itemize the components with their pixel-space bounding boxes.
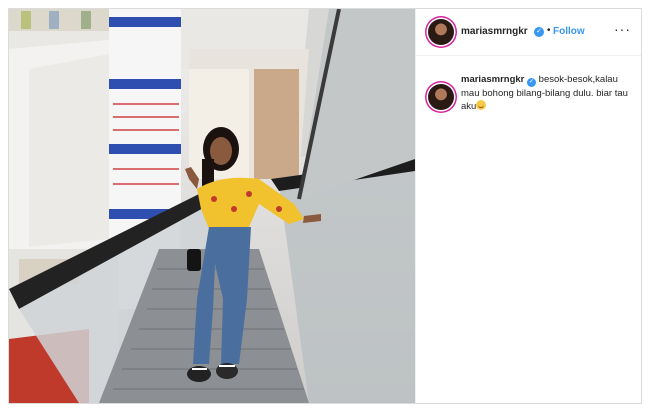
post-header: mariasmrngkr ✓ • Follow ··· bbox=[416, 9, 641, 56]
caption-author-avatar[interactable] bbox=[428, 84, 454, 110]
header-separator: • bbox=[547, 25, 551, 36]
author-avatar[interactable] bbox=[428, 19, 454, 45]
post-photo[interactable] bbox=[9, 9, 415, 403]
smiling-face-icon bbox=[476, 100, 487, 110]
follow-button[interactable]: Follow bbox=[553, 26, 585, 37]
escalator-photo-illustration bbox=[9, 9, 415, 403]
caption-username[interactable]: mariasmrngkr bbox=[461, 74, 524, 85]
verified-badge-icon: ✓ bbox=[534, 27, 544, 37]
more-options-icon[interactable]: ··· bbox=[614, 21, 631, 37]
caption-text-block: mariasmrngkr ✓ besok-besok,kalau mau boh… bbox=[461, 73, 631, 113]
instagram-post: mariasmrngkr ✓ • Follow ··· mariasmrngkr… bbox=[8, 8, 642, 404]
author-username[interactable]: mariasmrngkr bbox=[461, 26, 528, 37]
caption-verified-badge-icon: ✓ bbox=[527, 78, 537, 87]
post-side-panel: mariasmrngkr ✓ • Follow ··· mariasmrngkr… bbox=[415, 9, 641, 403]
